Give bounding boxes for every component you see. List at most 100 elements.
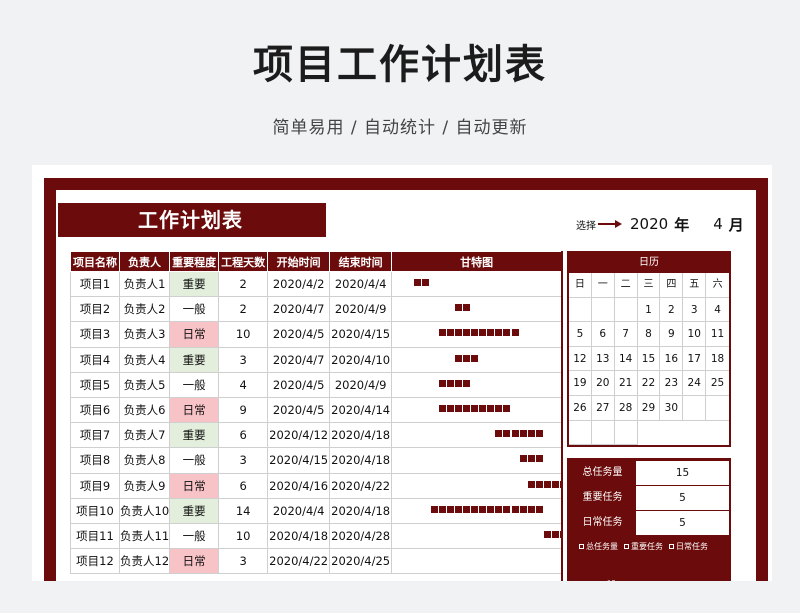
- end-date-cell[interactable]: 2020/4/18: [329, 447, 393, 474]
- project-name-cell[interactable]: 项目6: [70, 396, 120, 424]
- end-date-cell[interactable]: 2020/4/4: [329, 270, 393, 298]
- calendar-day[interactable]: 23: [660, 371, 684, 396]
- owner-cell[interactable]: 负责人3: [118, 321, 171, 348]
- calendar-day[interactable]: 5: [569, 322, 592, 347]
- calendar-day[interactable]: 15: [637, 346, 661, 372]
- stat-value[interactable]: 5: [636, 486, 729, 510]
- project-name-cell[interactable]: 项目4: [70, 346, 120, 373]
- importance-cell[interactable]: 一般: [169, 522, 220, 550]
- calendar-day[interactable]: 13: [591, 346, 615, 372]
- year-select[interactable]: 2020: [630, 215, 668, 233]
- calendar-day[interactable]: 25: [706, 371, 729, 396]
- importance-cell[interactable]: 一般: [169, 371, 220, 398]
- calendar-day[interactable]: 28: [614, 395, 638, 421]
- calendar-day[interactable]: 11: [706, 322, 729, 347]
- end-date-cell[interactable]: 2020/4/28: [329, 522, 393, 550]
- calendar-day[interactable]: 7: [614, 322, 638, 347]
- owner-cell[interactable]: 负责人6: [118, 396, 171, 424]
- end-date-cell[interactable]: 2020/4/9: [329, 296, 393, 323]
- owner-cell[interactable]: 负责人10: [118, 497, 171, 524]
- calendar-day[interactable]: 1: [637, 297, 661, 323]
- days-cell[interactable]: 2: [218, 270, 269, 298]
- project-name-cell[interactable]: 项目2: [70, 296, 120, 323]
- end-date-cell[interactable]: 2020/4/9: [329, 371, 393, 398]
- start-date-cell[interactable]: 2020/4/7: [267, 346, 331, 373]
- end-date-cell[interactable]: 2020/4/15: [329, 321, 393, 348]
- days-cell[interactable]: 3: [218, 548, 269, 575]
- calendar-day[interactable]: 20: [591, 371, 615, 396]
- days-cell[interactable]: 6: [218, 422, 269, 449]
- owner-cell[interactable]: 负责人5: [118, 371, 171, 398]
- month-select[interactable]: 4: [713, 215, 723, 233]
- end-date-cell[interactable]: 2020/4/10: [329, 346, 393, 373]
- start-date-cell[interactable]: 2020/4/4: [267, 497, 331, 524]
- project-name-cell[interactable]: 项目10: [70, 497, 120, 524]
- project-name-cell[interactable]: 项目11: [70, 522, 120, 550]
- days-cell[interactable]: 14: [218, 497, 269, 524]
- importance-cell[interactable]: 重要: [169, 346, 220, 373]
- importance-cell[interactable]: 日常: [169, 472, 220, 499]
- days-cell[interactable]: 4: [218, 371, 269, 398]
- owner-cell[interactable]: 负责人11: [118, 522, 171, 550]
- end-date-cell[interactable]: 2020/4/14: [329, 396, 393, 424]
- calendar-day[interactable]: 27: [591, 395, 615, 421]
- calendar-day[interactable]: 2: [660, 297, 684, 323]
- calendar-day[interactable]: 30: [660, 395, 684, 421]
- days-cell[interactable]: 3: [218, 447, 269, 474]
- importance-cell[interactable]: 重要: [169, 270, 220, 298]
- days-cell[interactable]: 10: [218, 321, 269, 348]
- importance-cell[interactable]: 重要: [169, 422, 220, 449]
- start-date-cell[interactable]: 2020/4/7: [267, 296, 331, 323]
- calendar-day[interactable]: 18: [706, 347, 729, 372]
- calendar-day[interactable]: 16: [660, 346, 684, 372]
- calendar-day[interactable]: 12: [569, 346, 592, 372]
- owner-cell[interactable]: 负责人1: [118, 270, 171, 298]
- days-cell[interactable]: 2: [218, 296, 269, 323]
- owner-cell[interactable]: 负责人4: [118, 346, 171, 373]
- calendar-day[interactable]: 24: [683, 371, 707, 396]
- owner-cell[interactable]: 负责人7: [118, 422, 171, 449]
- calendar-day[interactable]: 6: [591, 322, 615, 347]
- start-date-cell[interactable]: 2020/4/16: [267, 472, 331, 499]
- project-name-cell[interactable]: 项目5: [70, 371, 120, 398]
- start-date-cell[interactable]: 2020/4/22: [267, 548, 331, 575]
- owner-cell[interactable]: 负责人9: [118, 472, 171, 499]
- project-name-cell[interactable]: 项目1: [70, 270, 120, 298]
- importance-cell[interactable]: 一般: [169, 447, 220, 474]
- days-cell[interactable]: 3: [218, 346, 269, 373]
- days-cell[interactable]: 10: [218, 522, 269, 550]
- project-name-cell[interactable]: 项目9: [70, 472, 120, 499]
- start-date-cell[interactable]: 2020/4/18: [267, 522, 331, 550]
- importance-cell[interactable]: 一般: [169, 296, 220, 323]
- start-date-cell[interactable]: 2020/4/5: [267, 321, 331, 348]
- calendar-day[interactable]: 21: [614, 371, 638, 396]
- start-date-cell[interactable]: 2020/4/12: [267, 422, 331, 449]
- days-cell[interactable]: 6: [218, 472, 269, 499]
- project-name-cell[interactable]: 项目7: [70, 422, 120, 449]
- end-date-cell[interactable]: 2020/4/18: [329, 422, 393, 449]
- importance-cell[interactable]: 日常: [169, 321, 220, 348]
- calendar-day[interactable]: 14: [614, 346, 638, 372]
- start-date-cell[interactable]: 2020/4/5: [267, 371, 331, 398]
- end-date-cell[interactable]: 2020/4/25: [329, 548, 393, 575]
- calendar-day[interactable]: 4: [706, 298, 729, 323]
- project-name-cell[interactable]: 项目3: [70, 321, 120, 348]
- importance-cell[interactable]: 日常: [169, 396, 220, 424]
- calendar-day[interactable]: 29: [637, 395, 661, 421]
- start-date-cell[interactable]: 2020/4/15: [267, 447, 331, 474]
- calendar-day[interactable]: 22: [637, 371, 661, 396]
- calendar-day[interactable]: 8: [637, 322, 661, 347]
- calendar-day[interactable]: 9: [660, 322, 684, 347]
- stat-value[interactable]: 5: [636, 511, 729, 535]
- days-cell[interactable]: 9: [218, 396, 269, 424]
- owner-cell[interactable]: 负责人12: [118, 548, 171, 575]
- project-name-cell[interactable]: 项目8: [70, 447, 120, 474]
- calendar-day[interactable]: 10: [683, 322, 707, 347]
- calendar-day[interactable]: 17: [683, 346, 707, 372]
- project-name-cell[interactable]: 项目12: [70, 548, 120, 575]
- owner-cell[interactable]: 负责人2: [118, 296, 171, 323]
- calendar-day[interactable]: 3: [683, 297, 707, 323]
- end-date-cell[interactable]: 2020/4/22: [329, 472, 393, 499]
- importance-cell[interactable]: 重要: [169, 497, 220, 524]
- calendar-day[interactable]: 26: [569, 395, 592, 421]
